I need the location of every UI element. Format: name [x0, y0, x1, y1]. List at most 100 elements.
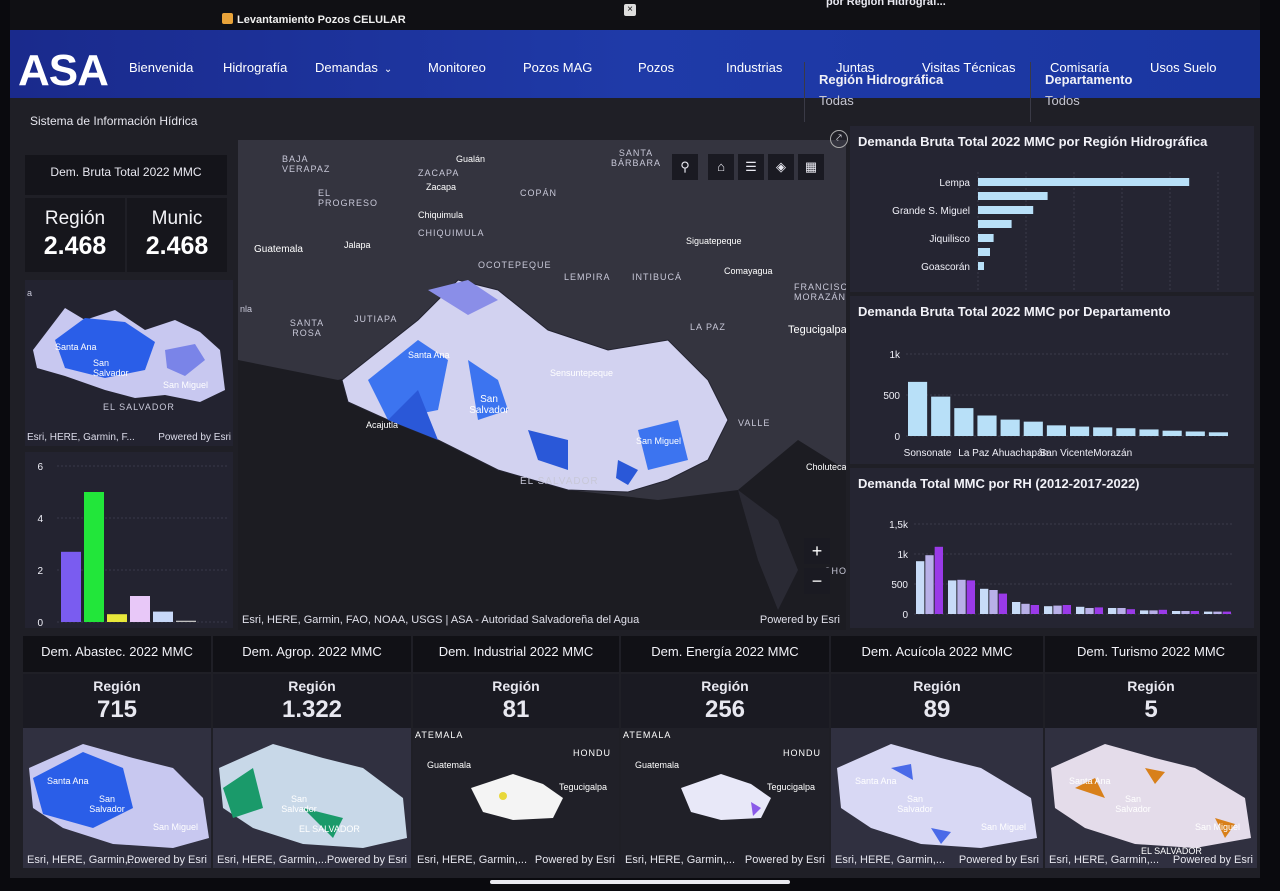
- bar-s2-3: [1030, 605, 1039, 614]
- label-valle: VALLE: [738, 418, 771, 428]
- label-san-miguel: San Miguel: [636, 436, 682, 446]
- chevron-down-icon: ⌄: [383, 64, 393, 75]
- label-santa-ana: Santa Ana: [855, 776, 897, 786]
- kpi-abastec-label: Región: [93, 678, 141, 694]
- nav-monitoreo[interactable]: Monitoreo: [428, 60, 486, 75]
- kpi-industrial-title: Dem. Industrial 2022 MMC: [413, 636, 619, 672]
- small-bar-chart: 0 2 4 6: [25, 452, 233, 629]
- home-icon[interactable]: ⌂: [708, 154, 734, 180]
- map-energia[interactable]: ATEMALA Guatemala Tegucigalpa HONDU Esri…: [621, 728, 829, 868]
- label-guatemala: Guatemala: [427, 760, 472, 770]
- bar-11: [1162, 430, 1182, 436]
- basemap-gallery-icon[interactable]: ▦: [798, 154, 824, 180]
- asa-logo[interactable]: ASA: [18, 46, 109, 96]
- nav-bienvenida[interactable]: Bienvenida: [129, 60, 193, 75]
- map-abastec-powered[interactable]: Powered by Esri: [127, 854, 207, 866]
- tab-region[interactable]: por Región Hidrográf...: [826, 0, 946, 8]
- label-sensuntepeque: Sensuntepeque: [550, 368, 614, 378]
- map-agrop-credit: Esri, HERE, Garmin,...: [217, 854, 328, 866]
- kpi-total-title: Dem. Bruta Total 2022 MMC: [25, 155, 227, 195]
- label-san-salvador: San Salvador: [1115, 794, 1151, 814]
- kpi-agrop-label: Región: [288, 678, 336, 694]
- close-icon[interactable]: ×: [624, 4, 636, 16]
- bar-3: [977, 415, 997, 436]
- search-icon[interactable]: ⚲: [672, 154, 698, 180]
- label-san-miguel: San Miguel: [1195, 822, 1241, 832]
- bar-13: [1208, 432, 1228, 436]
- label-copan: COPÁN: [520, 188, 558, 198]
- x-tick: Morazán: [1093, 448, 1132, 459]
- map-acuicola-shape: [837, 744, 1037, 848]
- map-industrial-credit: Esri, HERE, Garmin,...: [417, 854, 528, 866]
- label-jalapa: Jalapa: [344, 240, 371, 250]
- main-map-powered[interactable]: Powered by Esri: [760, 614, 840, 626]
- map-acuicola[interactable]: Santa Ana San Salvador San Miguel Esri, …: [831, 728, 1043, 868]
- filter-depto-value[interactable]: Todos: [1045, 93, 1236, 108]
- bar-s1-3: [1021, 603, 1030, 614]
- kpi-region-value: 2.468: [43, 232, 107, 260]
- filter-region-value[interactable]: Todas: [819, 93, 1010, 108]
- bar-s0-5: [1076, 606, 1085, 614]
- bar-5: [176, 620, 196, 622]
- zoom-in-button[interactable]: +: [804, 538, 830, 564]
- map-turismo-powered[interactable]: Powered by Esri: [1173, 854, 1253, 866]
- nav-pozos-mag[interactable]: Pozos MAG: [523, 60, 592, 75]
- label-santa-barbara: SANTA BÁRBARA: [610, 148, 661, 168]
- label-choluteca: Choluteca: [806, 462, 846, 472]
- mini-powered[interactable]: Powered by Esri: [158, 432, 231, 443]
- nav-pozos[interactable]: Pozos: [638, 60, 674, 75]
- layers-icon[interactable]: ◈: [768, 154, 794, 180]
- bar-0: [61, 551, 81, 622]
- tick-label: Grande S. Miguel: [892, 206, 970, 217]
- main-map[interactable]: BAJA VERAPAZ EL PROGRESO ZACAPA Zacapa G…: [238, 140, 846, 630]
- bar-1: [978, 192, 1048, 200]
- zoom-out-button[interactable]: −: [804, 568, 830, 594]
- nav-hidrografia[interactable]: Hidrografía: [223, 60, 287, 75]
- bar-s1-2: [989, 590, 998, 614]
- fullscreen-icon[interactable]: ⤤: [830, 130, 848, 148]
- bar-s2-5: [1094, 607, 1103, 614]
- mini-label-san-salvador: San Salvador: [93, 358, 129, 378]
- label-zacapa: ZACAPA: [418, 168, 460, 178]
- filter-depto[interactable]: Departamento Todos: [1030, 62, 1250, 122]
- chart-rh-svg: Lempa Grande S. Miguel Jiquilisco Goascorán: [892, 172, 1219, 292]
- bar-s2-4: [1062, 605, 1071, 614]
- map-agrop[interactable]: San Salvador EL SALVADOR Esri, HERE, Gar…: [213, 728, 411, 868]
- kpi-industrial: Región 81: [413, 674, 619, 728]
- filter-depto-label: Departamento: [1045, 72, 1133, 87]
- nav-industrias[interactable]: Industrias: [726, 60, 782, 75]
- map-acuicola-powered[interactable]: Powered by Esri: [959, 854, 1039, 866]
- list-icon[interactable]: ☰: [738, 154, 764, 180]
- map-industrial-powered[interactable]: Powered by Esri: [535, 854, 615, 866]
- y-tick: 1,5k: [889, 520, 909, 531]
- bar-s1-4: [1053, 605, 1062, 614]
- label-gualan: Gualán: [456, 154, 486, 164]
- chart-trend-panel: Demanda Total MMC por RH (2012-2017-2022…: [850, 468, 1254, 628]
- nav-demandas[interactable]: Demandas ⌄: [315, 60, 392, 75]
- map-turismo[interactable]: Santa Ana San Salvador San Miguel EL SAL…: [1045, 728, 1257, 868]
- mini-map-edge-label: a: [27, 288, 33, 298]
- label-guatemala-cap: ATEMALA: [415, 730, 464, 740]
- y-tick: 1k: [889, 350, 901, 361]
- scroll-indicator: [490, 880, 790, 884]
- kpi-turismo-value: 5: [1144, 696, 1158, 723]
- filter-region[interactable]: Región Hidrográfica Todas: [804, 62, 1024, 122]
- map-agrop-powered[interactable]: Powered by Esri: [327, 854, 407, 866]
- mini-map[interactable]: a Santa Ana San Salvador San Miguel EL S…: [25, 280, 233, 446]
- chart-trend-svg: 0 500 1k 1,5k: [889, 520, 1234, 621]
- tab-title-text: Levantamiento Pozos CELULAR: [237, 14, 406, 26]
- map-abastec[interactable]: Santa Ana San Salvador San Miguel Esri, …: [23, 728, 211, 868]
- map-energia-powered[interactable]: Powered by Esri: [745, 854, 825, 866]
- label-san-salvador: San Salvador: [469, 394, 509, 416]
- mini-map-credit: Esri, HERE, Garmin, F... Powered by Esri: [27, 432, 231, 443]
- tab-levantamiento[interactable]: Levantamiento Pozos CELULAR: [222, 13, 406, 26]
- bar-4: [153, 611, 173, 622]
- kpi-turismo-title: Dem. Turismo 2022 MMC: [1045, 636, 1257, 672]
- kpi-agrop-title: Dem. Agrop. 2022 MMC: [213, 636, 411, 672]
- bar-2: [107, 614, 127, 622]
- mini-label-el-salvador: EL SALVADOR: [103, 402, 175, 412]
- y-tick: 4: [37, 514, 43, 525]
- map-industrial[interactable]: ATEMALA Guatemala Tegucigalpa HONDU Esri…: [413, 728, 619, 868]
- kpi-abastec-value: 715: [96, 696, 138, 723]
- label-santa-rosa: SANTA ROSA: [289, 318, 325, 338]
